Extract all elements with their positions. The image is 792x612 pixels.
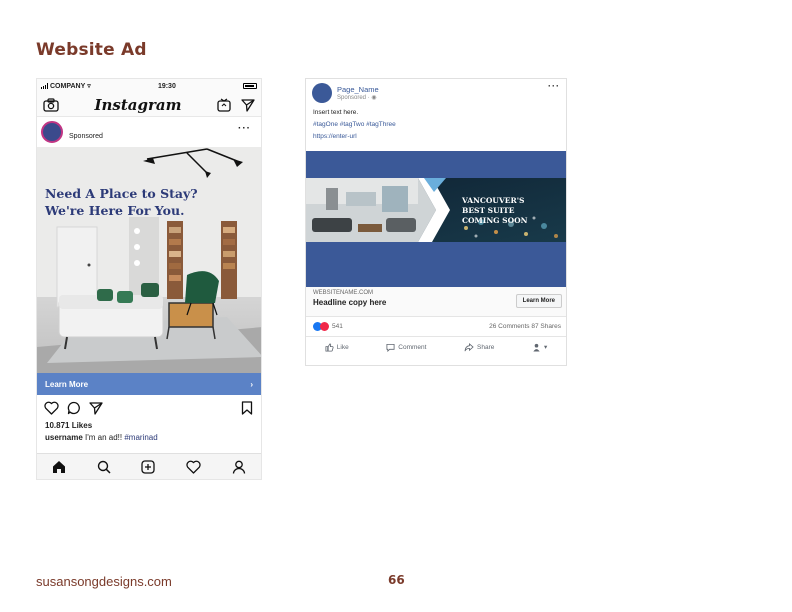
- status-time: 19:30: [157, 82, 176, 90]
- bookmark-icon[interactable]: [241, 401, 253, 415]
- person-icon: [533, 343, 540, 352]
- post-actions: [37, 395, 261, 421]
- engagement-stats: 541 26 Comments 87 Shares: [306, 317, 566, 337]
- fb-learn-more-button[interactable]: Learn More: [515, 294, 562, 308]
- comment-label: Comment: [398, 343, 427, 351]
- share-arrow-icon: [464, 342, 474, 351]
- comments-shares-count[interactable]: 26 Comments 87 Shares: [489, 323, 561, 330]
- page-name-link[interactable]: Page_Name: [337, 85, 379, 94]
- facebook-mockup: Page_Name Sponsored · ◉ ··· Insert text …: [305, 78, 567, 366]
- ad-headline-line-2: We're Here For You.: [45, 203, 185, 218]
- add-icon[interactable]: [141, 459, 156, 474]
- share-icon[interactable]: [89, 401, 103, 415]
- status-bar: COMPANY ▿ 19:30: [37, 79, 261, 93]
- search-icon[interactable]: [97, 460, 111, 474]
- comment-button[interactable]: Comment: [386, 343, 426, 352]
- caption-text: I'm an ad!!: [82, 433, 125, 442]
- wifi-icon: ▿: [87, 83, 91, 90]
- like-label: Like: [336, 343, 349, 351]
- caption-username[interactable]: username: [45, 433, 83, 442]
- learn-more-label: Learn More: [45, 379, 89, 389]
- living-room-illustration: [37, 147, 261, 373]
- post-caption: username I'm an ad!! #marinad: [37, 433, 261, 447]
- link-preview[interactable]: WEBSITENAME.COM Headline copy here Learn…: [306, 287, 566, 317]
- instagram-logo: Instagram: [94, 95, 182, 114]
- activity-icon[interactable]: [186, 460, 201, 474]
- page-number: 66: [388, 573, 405, 587]
- avatar[interactable]: [41, 121, 63, 143]
- thumbs-up-icon: [325, 342, 334, 352]
- chevron-down-icon: ▾: [543, 344, 548, 351]
- send-icon[interactable]: [241, 98, 255, 112]
- camera-icon[interactable]: [43, 97, 59, 112]
- post-hashtags[interactable]: #tagOne #tagTwo #tagThree: [313, 119, 559, 131]
- learn-more-button[interactable]: Learn More ›: [37, 373, 261, 395]
- post-header: Sponsored ···: [37, 117, 261, 147]
- banner-headline: VANCOUVER'S BEST SUITE COMING SOON: [462, 196, 528, 226]
- instagram-mockup: COMPANY ▿ 19:30 Instagram Sponsored ···: [36, 78, 262, 480]
- comment-bubble-icon: [386, 343, 395, 352]
- sponsored-label: Sponsored: [69, 132, 103, 140]
- audience-selector[interactable]: ▾: [532, 343, 547, 352]
- post-url-link[interactable]: https://enter-url: [313, 131, 559, 143]
- more-options-button[interactable]: ···: [238, 123, 251, 134]
- banner-line-2: BEST SUITE: [462, 206, 515, 215]
- share-label: Share: [477, 343, 495, 351]
- instagram-header: Instagram: [37, 93, 261, 117]
- love-reaction-icon: [320, 322, 329, 331]
- globe-icon: ◉: [371, 95, 377, 101]
- fb-more-options-button[interactable]: ···: [548, 81, 560, 91]
- home-icon[interactable]: [52, 460, 66, 474]
- profile-icon[interactable]: [232, 460, 246, 474]
- fb-action-bar: Like Comment Share ▾: [306, 337, 566, 357]
- like-button[interactable]: Like: [325, 342, 349, 352]
- battery-icon: [243, 83, 257, 89]
- ad-headline-line-1: Need A Place to Stay?: [45, 186, 198, 201]
- reaction-count[interactable]: 541: [332, 323, 343, 330]
- banner-line-3: COMING SOON: [462, 216, 528, 225]
- caption-hashtag[interactable]: #marinad: [124, 433, 157, 442]
- likes-count: 10.871 Likes: [45, 421, 93, 430]
- fb-ad-banner[interactable]: VANCOUVER'S BEST SUITE COMING SOON: [306, 151, 566, 287]
- bottom-nav: [37, 453, 261, 479]
- fb-sponsored-label: Sponsored ·: [337, 95, 372, 101]
- carrier-label: COMPANY: [50, 82, 86, 90]
- chevron-right-icon: ›: [250, 379, 253, 389]
- banner-image-strip: VANCOUVER'S BEST SUITE COMING SOON: [306, 178, 566, 242]
- footer-website[interactable]: susansongdesigns.com: [36, 574, 172, 589]
- post-body: Insert text here.: [313, 109, 359, 116]
- comment-icon[interactable]: [67, 401, 81, 415]
- page-avatar[interactable]: [312, 83, 332, 103]
- ad-image: Need A Place to Stay? We're Here For You…: [37, 147, 261, 373]
- fb-post-header: Page_Name Sponsored · ◉ ···: [306, 79, 566, 107]
- banner-line-1: VANCOUVER'S: [462, 196, 525, 205]
- igtv-icon[interactable]: [217, 98, 231, 112]
- fb-post-text: Insert text here. #tagOne #tagTwo #tagTh…: [306, 107, 566, 143]
- share-button[interactable]: Share: [464, 342, 495, 352]
- heart-icon[interactable]: [44, 401, 59, 415]
- ad-headline: Need A Place to Stay? We're Here For You…: [45, 185, 198, 219]
- signal-icon: [41, 83, 48, 89]
- page-title: Website Ad: [36, 40, 147, 60]
